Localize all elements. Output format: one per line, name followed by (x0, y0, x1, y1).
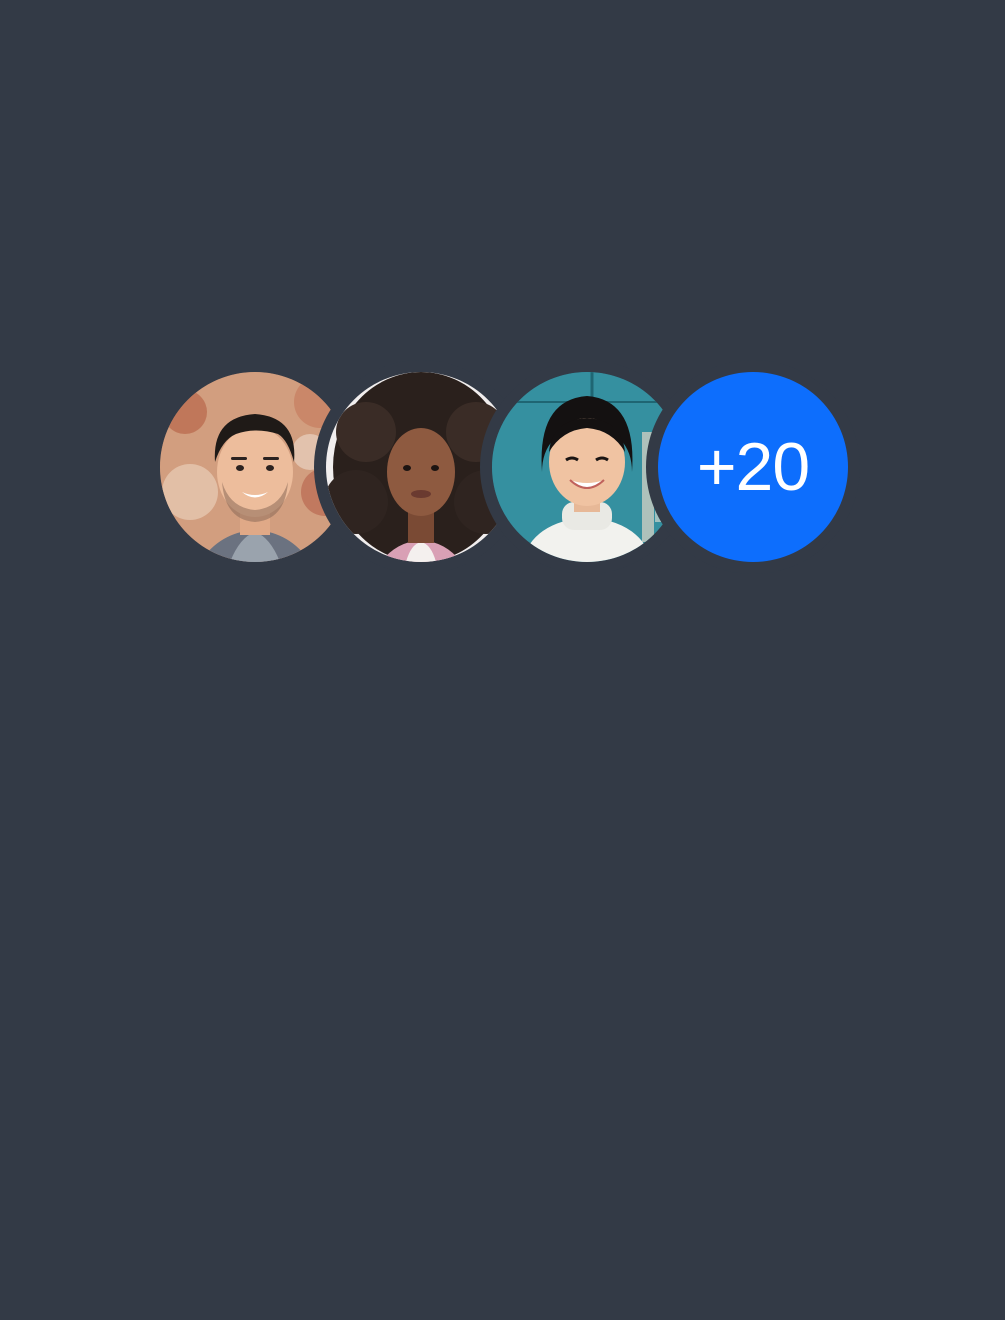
avatar-group: +20 (0, 0, 1005, 1320)
more-avatars-count: +20 (696, 429, 810, 505)
more-avatars-badge[interactable]: +20 (658, 372, 848, 562)
